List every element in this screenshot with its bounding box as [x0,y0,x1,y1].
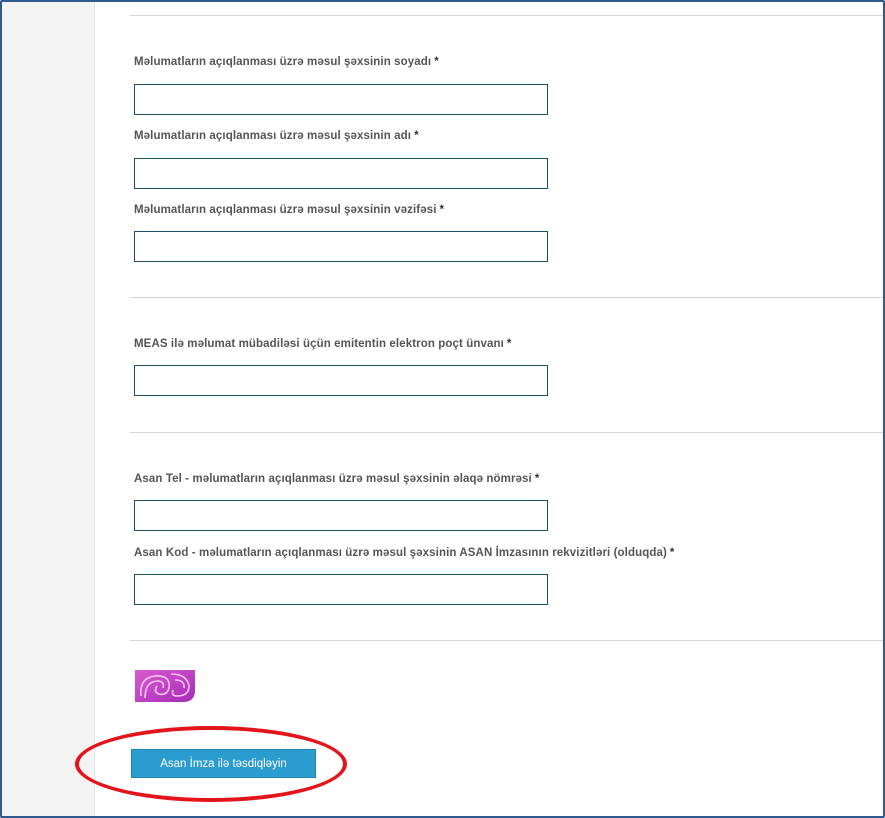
name-input[interactable] [134,158,548,189]
left-margin [2,2,95,816]
field-label-asan-tel: Asan Tel - məlumatların açıqlanması üzrə… [134,473,540,485]
field-label-surname: Məlumatların açıqlanması üzrə məsul şəxs… [134,56,439,68]
asan-tel-input[interactable] [134,500,548,531]
window-frame: Məlumatların açıqlanması üzrə məsul şəxs… [0,0,885,818]
asan-imza-logo-icon [135,670,195,702]
field-label-position: Məlumatların açıqlanması üzrə məsul şəxs… [134,204,445,216]
divider [130,297,883,298]
field-label-name: Məlumatların açıqlanması üzrə məsul şəxs… [134,130,419,142]
divider [130,432,883,433]
divider [130,640,883,641]
asan-imza-confirm-button[interactable]: Asan İmza ilə təsdiqləyin [131,749,316,778]
field-label-email: MEAS ilə məlumat mübadiləsi üçün emitent… [134,338,512,350]
field-label-asan-kod: Asan Kod - məlumatların açıqlanması üzrə… [134,547,675,559]
asan-kod-input[interactable] [134,574,548,605]
divider [130,15,883,16]
email-input[interactable] [134,365,548,396]
form-container: Məlumatların açıqlanması üzrə məsul şəxs… [94,2,883,816]
surname-input[interactable] [134,84,548,115]
position-input[interactable] [134,231,548,262]
